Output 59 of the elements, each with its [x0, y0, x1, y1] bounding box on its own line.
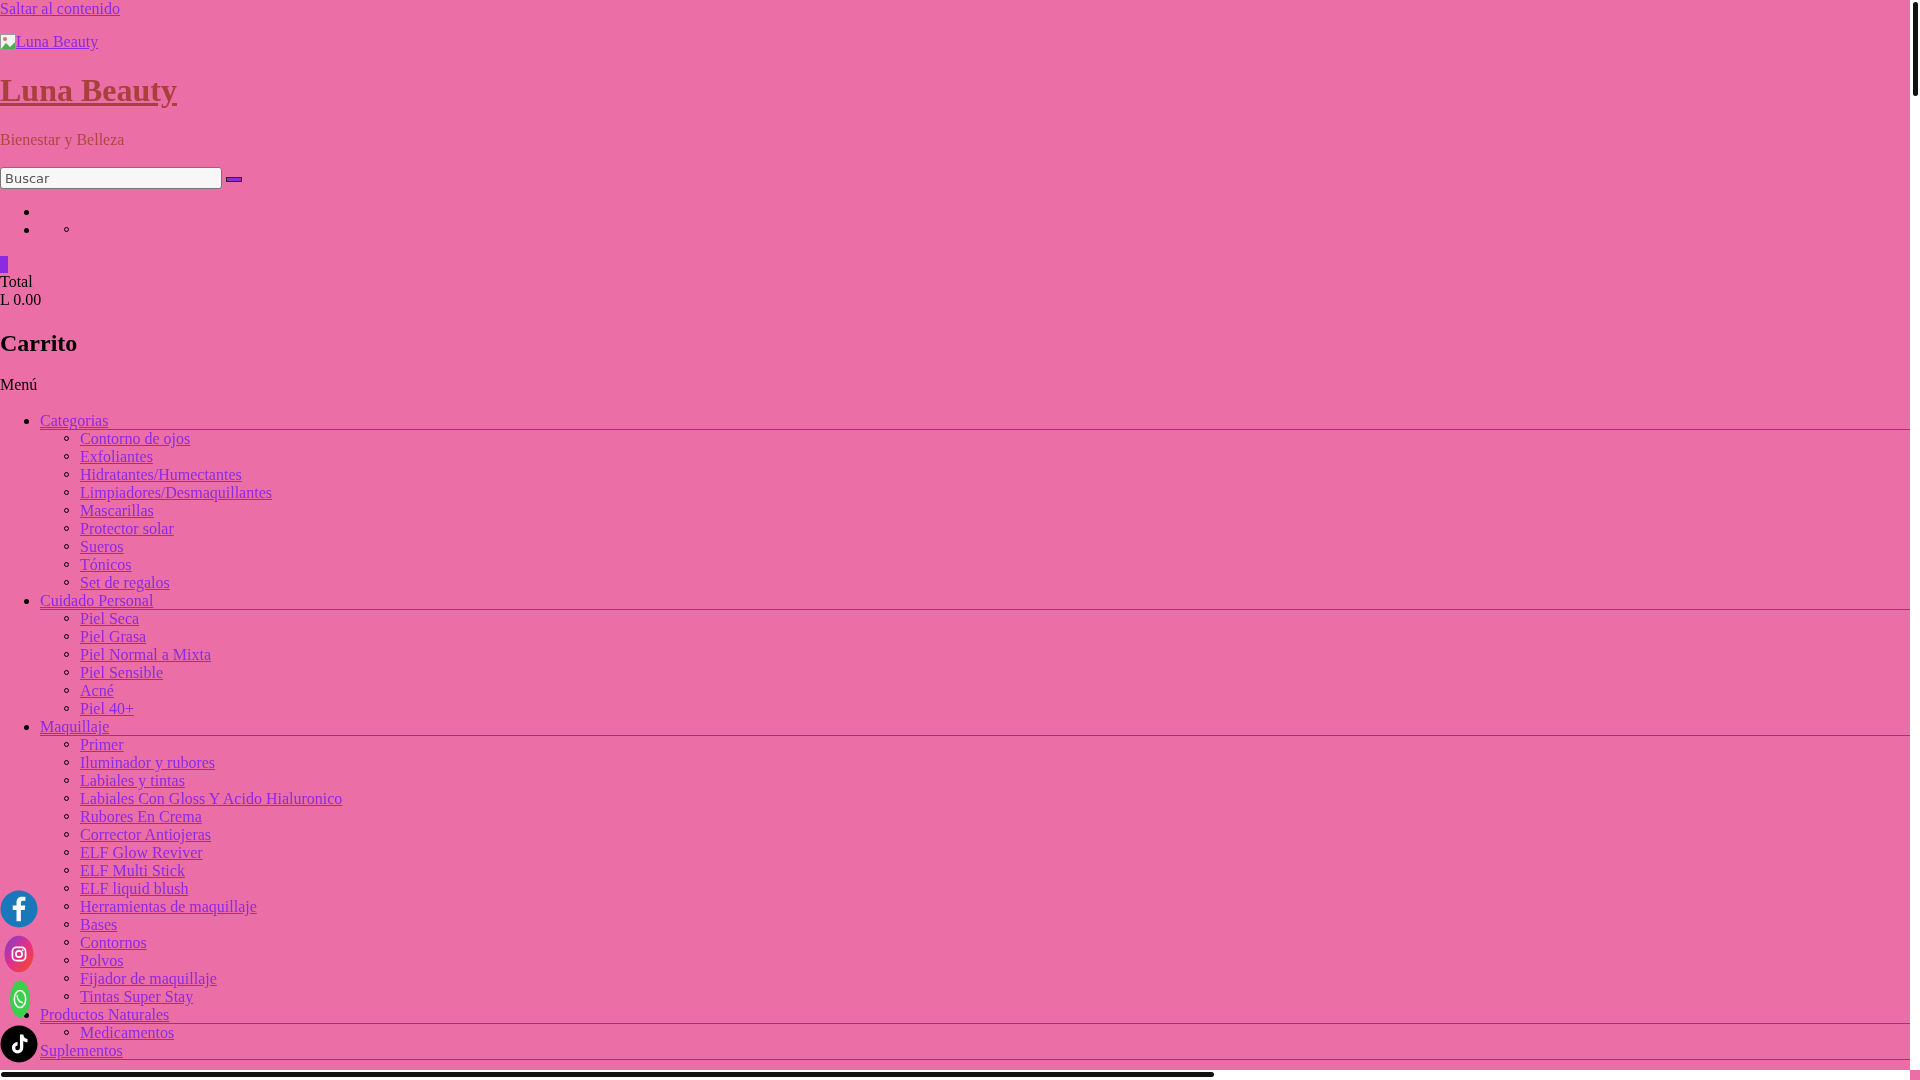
submenu-link[interactable]: Contornos	[80, 934, 147, 951]
submenu-link[interactable]: Tónicos	[80, 556, 132, 573]
submenu-link[interactable]: Tintas Super Stay	[80, 988, 194, 1005]
submenu-link[interactable]: ELF Multi Stick	[80, 862, 185, 879]
submenu-link[interactable]: Rubores En Crema	[80, 808, 202, 825]
whatsapp-icon[interactable]	[9, 980, 31, 1018]
menu-link[interactable]: Categorias	[40, 412, 109, 429]
vertical-scrollbar[interactable]	[1913, 2, 1918, 96]
submenu-link[interactable]: Protector solar	[80, 520, 174, 537]
logo-link[interactable]: Luna Beauty	[16, 33, 99, 51]
submenu-link[interactable]: Iluminador y rubores	[80, 754, 216, 771]
submenu-link[interactable]: Mascarillas	[80, 502, 154, 519]
menu-link[interactable]: Maquillaje	[40, 718, 110, 735]
submenu-link[interactable]: ELF Glow Reviver	[80, 844, 203, 861]
submenu-link[interactable]: Piel Sensible	[80, 664, 164, 681]
submenu-link[interactable]: Contorno de ojos	[80, 430, 191, 447]
submenu-link[interactable]: Herramientas de maquillaje	[80, 898, 257, 915]
search-field[interactable]: Buscar	[0, 167, 222, 189]
menu-link[interactable]: Suplementos	[40, 1042, 123, 1059]
submenu-link[interactable]: Limpiadores/Desmaquillantes	[80, 484, 272, 501]
submenu-link[interactable]: Set de regalos	[80, 574, 170, 591]
submenu-link[interactable]: Labiales y tintas	[80, 772, 185, 789]
submenu-link[interactable]: Acné	[80, 682, 114, 699]
scrollbar-corner	[1910, 1070, 1920, 1080]
horizontal-scrollbar[interactable]	[1, 1072, 1214, 1077]
menu-label: Menú	[0, 376, 38, 393]
bullet-icon	[24, 419, 29, 424]
submenu-link[interactable]: Piel Normal a Mixta	[80, 646, 212, 663]
submenu-link[interactable]: Primer	[80, 736, 124, 753]
submenu-link[interactable]: Labiales Con Gloss Y Acido Hialuronico	[80, 790, 343, 807]
site-tagline: Bienestar y Belleza	[0, 131, 126, 149]
submenu-link[interactable]: Exfoliantes	[80, 448, 153, 465]
facebook-icon[interactable]	[0, 890, 38, 928]
bullet-icon	[24, 599, 29, 604]
submenu-link[interactable]: ELF liquid blush	[80, 880, 189, 897]
menu-link[interactable]: Cuidado Personal	[40, 592, 154, 609]
total-amount: L 0.00	[0, 291, 43, 309]
menu-link[interactable]: Productos Naturales	[40, 1006, 170, 1023]
submenu-link[interactable]: Sueros	[80, 538, 124, 555]
site-title[interactable]: Luna Beauty	[0, 72, 177, 108]
bullet-icon	[24, 210, 29, 215]
skip-link[interactable]: Saltar al contenido	[0, 0, 120, 17]
submenu-link[interactable]: Piel Seca	[80, 610, 140, 627]
broken-image-icon	[0, 34, 16, 50]
total-label: Total	[0, 273, 34, 291]
tiktok-icon[interactable]	[0, 1025, 38, 1063]
search-button[interactable]	[226, 177, 242, 182]
submenu-link[interactable]: Fijador de maquillaje	[80, 970, 217, 987]
submenu-link[interactable]: Piel Grasa	[80, 628, 147, 645]
cart-heading: Carrito	[0, 329, 79, 357]
submenu-link[interactable]: Medicamentos	[80, 1024, 175, 1041]
submenu-link[interactable]: Polvos	[80, 952, 124, 969]
submenu-link[interactable]: Piel 40+	[80, 700, 134, 717]
submenu-link[interactable]: Hidratantes/Humectantes	[80, 466, 242, 483]
submenu-link[interactable]: Corrector Antiojeras	[80, 826, 212, 843]
submenu-link[interactable]: Bases	[80, 916, 118, 933]
instagram-icon[interactable]	[4, 935, 34, 973]
bullet-icon	[24, 228, 29, 233]
bullet-icon	[24, 725, 29, 730]
